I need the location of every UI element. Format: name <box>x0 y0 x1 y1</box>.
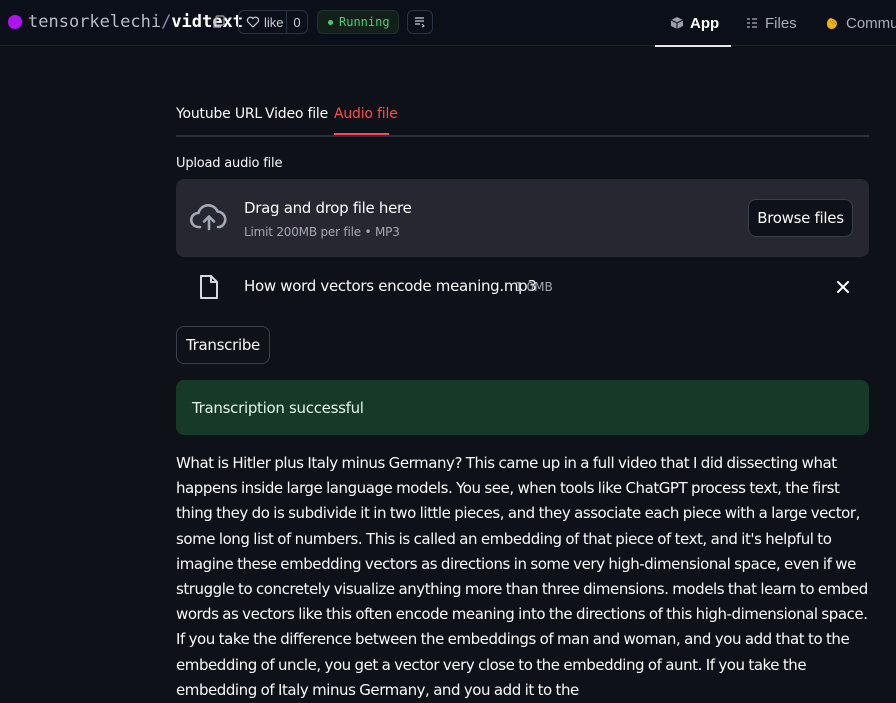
remove-file-button[interactable] <box>834 278 852 296</box>
uploaded-file-name: How word vectors encode meaning.mp3 <box>244 277 537 295</box>
transcript-text: What is Hitler plus Italy minus Germany?… <box>176 454 868 699</box>
status-text: Running <box>339 15 390 29</box>
space-title-separator: / <box>161 12 172 32</box>
tab-video-file[interactable]: Video file <box>265 106 328 122</box>
files-icon <box>747 18 757 28</box>
logs-icon <box>415 17 425 28</box>
nav-tab-app[interactable]: App <box>670 0 719 46</box>
tab-audio-file[interactable]: Audio file <box>334 106 398 122</box>
file-icon <box>200 275 218 299</box>
transcribe-button[interactable]: Transcribe <box>176 326 270 364</box>
copy-icon[interactable] <box>212 15 226 29</box>
heart-icon <box>246 16 260 28</box>
input-tabs: Youtube URL Video file Audio file <box>176 100 869 137</box>
cube-icon <box>670 17 684 29</box>
tab-active-indicator <box>334 133 389 135</box>
space-title: tensorkelechi/vidtext <box>28 12 243 32</box>
nav-tab-files-label: Files <box>765 14 797 32</box>
cloud-upload-icon <box>190 204 227 231</box>
success-alert: Transcription successful <box>176 380 869 435</box>
file-dropzone[interactable]: Drag and drop file here Limit 200MB per … <box>176 179 869 257</box>
success-alert-text: Transcription successful <box>192 398 364 417</box>
nav-tab-community-label: Commu <box>846 14 896 32</box>
nav-tab-app-label: App <box>690 14 720 32</box>
like-count: 0 <box>286 11 307 33</box>
logs-button[interactable] <box>407 10 433 34</box>
status-badge[interactable]: Running <box>317 10 399 34</box>
nav-tab-files[interactable]: Files <box>745 0 797 46</box>
nav-active-indicator <box>655 45 731 47</box>
like-label: like <box>264 14 284 30</box>
status-dot <box>328 19 333 25</box>
uploaded-file-size: 1.0MB <box>515 280 553 294</box>
dropzone-title: Drag and drop file here <box>244 199 412 217</box>
space-repo-link[interactable]: vidtext <box>171 12 243 32</box>
close-icon <box>837 281 849 293</box>
dropzone-limit: Limit 200MB per file • MP3 <box>244 225 400 239</box>
space-avatar <box>8 15 22 29</box>
community-icon <box>827 18 837 29</box>
nav-tab-community[interactable]: Commu <box>824 0 896 46</box>
space-owner-link[interactable]: tensorkelechi <box>28 12 161 32</box>
browse-files-button[interactable]: Browse files <box>748 199 853 237</box>
tab-youtube-url[interactable]: Youtube URL <box>176 106 262 122</box>
uploaded-file-row: How word vectors encode meaning.mp3 1.0M… <box>176 272 869 302</box>
upload-label: Upload audio file <box>176 156 283 171</box>
like-button[interactable]: like 0 <box>238 10 308 34</box>
top-bar: tensorkelechi/vidtext like 0 Running App… <box>0 0 896 47</box>
